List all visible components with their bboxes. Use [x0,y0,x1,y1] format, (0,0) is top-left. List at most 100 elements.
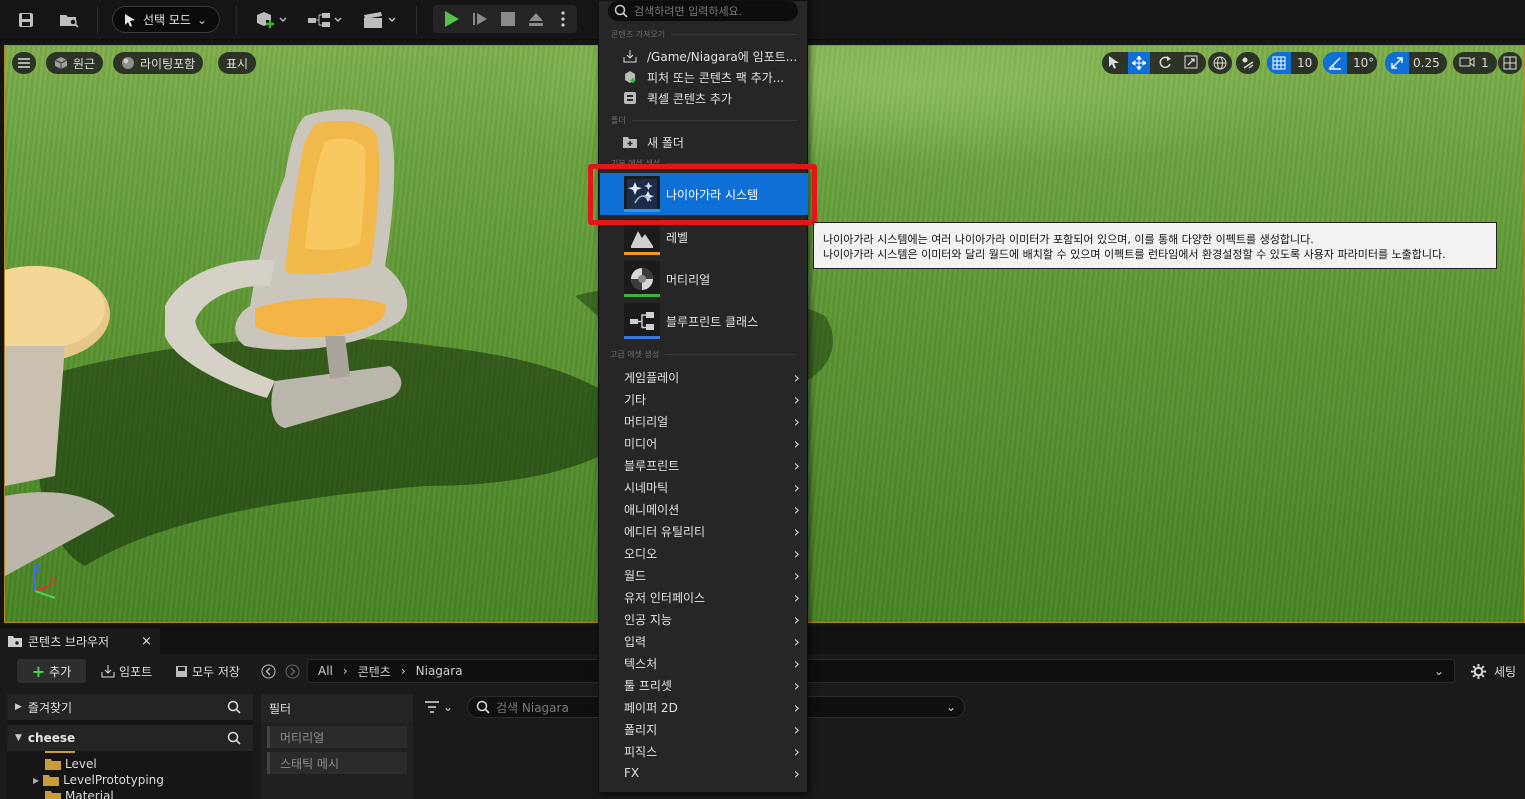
select-cursor-icon[interactable] [1108,55,1120,72]
import-to-folder-item[interactable]: /Game/Niagara에 임포트... [623,46,803,66]
menu-category-item[interactable]: 머티리얼 › [624,410,800,432]
material-item[interactable]: 머티리얼 [624,259,806,299]
back-icon[interactable] [261,664,276,682]
feature-pack-icon [625,71,636,83]
lit-sphere-icon [122,57,134,69]
viewport-layout-button[interactable] [1498,52,1522,74]
menu-category-item[interactable]: 시네마틱 › [624,476,800,498]
browse-icon[interactable] [56,6,82,34]
more-options-icon[interactable] [553,5,573,33]
surface-snap-button[interactable] [1236,52,1260,74]
add-quixel-item[interactable]: 퀵셀 콘텐츠 추가 [623,88,803,108]
new-folder-item[interactable]: 새 폴더 [623,132,803,152]
step-icon[interactable] [469,5,491,33]
grid-snap-button[interactable]: 10 [1267,52,1318,74]
add-feature-pack-item[interactable]: 피처 또는 콘텐츠 팩 추가... [623,67,803,87]
menu-search-input[interactable]: 검색하려면 입력하세요. [608,1,798,21]
menu-category-label: 툴 프리셋 [624,678,672,693]
menu-category-item[interactable]: 툴 프리셋 › [624,674,800,696]
menu-category-label: 기타 [624,392,647,407]
menu-category-item[interactable]: 월드 › [624,564,800,586]
move-icon[interactable] [1128,52,1150,74]
eject-icon[interactable] [525,5,547,33]
blueprint-class-label: 블루프린트 클래스 [666,314,759,329]
menu-category-item[interactable]: 에디터 유틸리티 › [624,520,800,542]
chevron-down-icon[interactable]: ⌄ [946,700,956,714]
cinematics-button[interactable] [360,6,400,34]
menu-category-item[interactable]: 입력 › [624,630,800,652]
menu-category-item[interactable]: 애니메이션 › [624,498,800,520]
blueprint-class-item[interactable]: 블루프린트 클래스 [624,301,806,341]
save-icon[interactable] [14,6,38,34]
scale-snap-button[interactable]: 0.25 [1385,52,1447,74]
filter-dropdown-button[interactable]: ⌄ [425,700,453,714]
filter-material[interactable]: 머티리얼 [267,726,407,748]
folder-icon [45,751,75,753]
close-icon[interactable]: × [141,634,152,649]
viewport-menu-button[interactable] [12,52,36,74]
breadcrumb-niagara[interactable]: Niagara [416,664,463,678]
save-all-button[interactable]: 모두 저장 [175,659,240,683]
folder-item[interactable]: Material [45,789,114,799]
chevron-right-icon[interactable]: › [343,664,348,678]
breadcrumb-content[interactable]: 콘텐츠 [358,663,391,680]
favorites-header[interactable]: ▶ 즐겨찾기 [7,694,253,720]
add-cube-icon [257,12,287,28]
menu-category-item[interactable]: 블루프린트 › [624,454,800,476]
add-button[interactable]: + 추가 [17,659,86,683]
grid-icon [1267,52,1291,74]
menu-category-item[interactable]: 인공 지능 › [624,608,800,630]
chevron-right-icon: › [793,455,800,475]
menu-category-label: 월드 [624,568,647,583]
rotate-icon[interactable] [1158,55,1172,72]
filter-icon [425,701,439,713]
project-header[interactable]: ▼ cheese [7,725,253,751]
mode-selector[interactable]: 선택 모드 ⌄ [112,6,220,33]
folder-item[interactable]: ▶ LevelPrototyping [33,773,164,787]
settings-label: 세팅 [1494,664,1517,679]
play-icon[interactable] [439,5,463,33]
chevron-right-icon: › [793,499,800,519]
chevron-down-icon[interactable]: ⌄ [1434,664,1444,678]
menu-category-item[interactable]: 폴리지 › [624,718,800,740]
menu-category-item[interactable]: 오디오 › [624,542,800,564]
hamburger-icon [18,58,30,68]
blueprint-button[interactable] [304,6,346,34]
grid-value: 10 [1297,56,1313,70]
material-label: 머티리얼 [666,272,711,287]
chevron-right-icon[interactable]: ▶ [33,776,39,785]
search-icon[interactable] [227,731,241,745]
menu-category-item[interactable]: 피직스 › [624,740,800,762]
menu-category-item[interactable]: 기타 › [624,388,800,410]
chevron-right-icon: › [793,697,800,717]
import-button[interactable]: 임포트 [101,659,152,683]
menu-category-item[interactable]: 텍스처 › [624,652,800,674]
stop-icon[interactable] [497,5,519,33]
lighting-button[interactable]: 라이팅포함 [113,52,204,74]
rotation-snap-button[interactable]: 10° [1323,52,1377,74]
search-icon[interactable] [227,700,241,714]
show-button[interactable]: 표시 [218,52,257,74]
menu-category-item[interactable]: FX › [624,762,800,784]
menu-category-item[interactable]: 게임플레이 › [624,366,800,388]
chevron-right-icon: › [793,367,800,387]
chevron-right-icon: › [793,477,800,497]
content-browser-tab[interactable]: 콘텐츠 브라우저 × [0,628,160,654]
menu-category-item[interactable]: 미디어 › [624,432,800,454]
add-actor-button[interactable] [250,6,290,34]
settings-button[interactable]: 세팅 [1471,659,1516,683]
perspective-button[interactable]: 원근 [46,52,104,74]
filter-static-mesh[interactable]: 스태틱 메시 [267,752,407,774]
chevron-right-icon[interactable]: › [401,664,406,678]
camera-speed-button[interactable]: 1 [1453,52,1497,74]
world-local-button[interactable] [1208,52,1232,74]
breadcrumb-all[interactable]: All [318,664,333,678]
menu-category-item[interactable]: 페이퍼 2D › [624,696,800,718]
menu-category-item[interactable]: 유저 인터페이스 › [624,586,800,608]
folder-item[interactable]: Level [45,757,97,771]
menu-category-label: 머티리얼 [624,414,669,429]
scale-icon[interactable] [1184,55,1198,72]
forward-icon[interactable] [285,664,300,682]
plus-icon: + [31,661,46,681]
folder-icon [45,759,61,770]
